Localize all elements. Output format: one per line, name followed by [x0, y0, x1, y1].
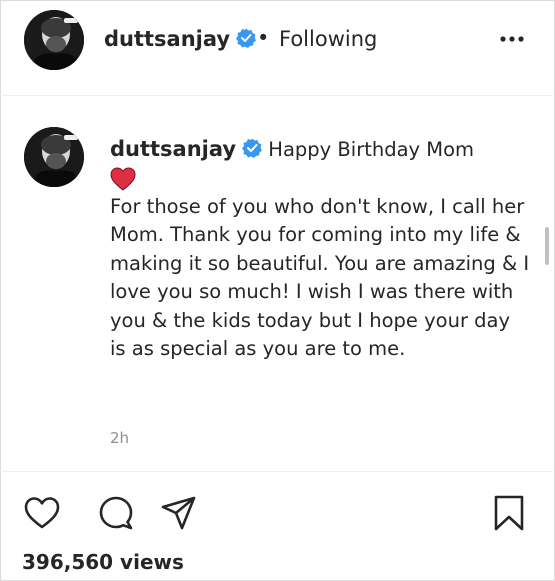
caption-avatar[interactable]: [24, 127, 84, 187]
caption-username[interactable]: duttsanjay: [110, 137, 236, 161]
avatar[interactable]: [24, 10, 84, 70]
caption-section: duttsanjay Happy Birthday Mom For those …: [0, 97, 553, 470]
following-button[interactable]: Following: [279, 27, 377, 51]
comment-icon[interactable]: [97, 494, 135, 532]
post-header: duttsanjay • Following: [0, 0, 553, 96]
separator-dot: •: [257, 26, 270, 50]
verified-badge-icon: [242, 138, 263, 158]
heart-icon[interactable]: [23, 494, 61, 532]
more-horizontal-icon[interactable]: [499, 26, 525, 52]
post-timestamp[interactable]: 2h: [110, 429, 129, 447]
header-username[interactable]: duttsanjay: [104, 27, 257, 51]
views-count[interactable]: 396,560 views: [22, 550, 184, 574]
caption-text: duttsanjay Happy Birthday Mom For those …: [110, 135, 530, 364]
avatar-photo: [24, 10, 84, 70]
bookmark-icon[interactable]: [490, 494, 528, 532]
username-link[interactable]: duttsanjay: [104, 27, 230, 51]
verified-badge-icon: [236, 28, 257, 48]
share-icon[interactable]: [160, 494, 198, 532]
scrollbar-thumb[interactable]: [545, 227, 549, 265]
action-bar: 396,560 views: [0, 471, 553, 581]
avatar-photo: [24, 127, 84, 187]
caption-body: For those of you who don't know, I call …: [110, 194, 530, 361]
red-heart-emoji-icon: [110, 166, 136, 191]
caption-first-line: Happy Birthday Mom: [268, 138, 475, 161]
